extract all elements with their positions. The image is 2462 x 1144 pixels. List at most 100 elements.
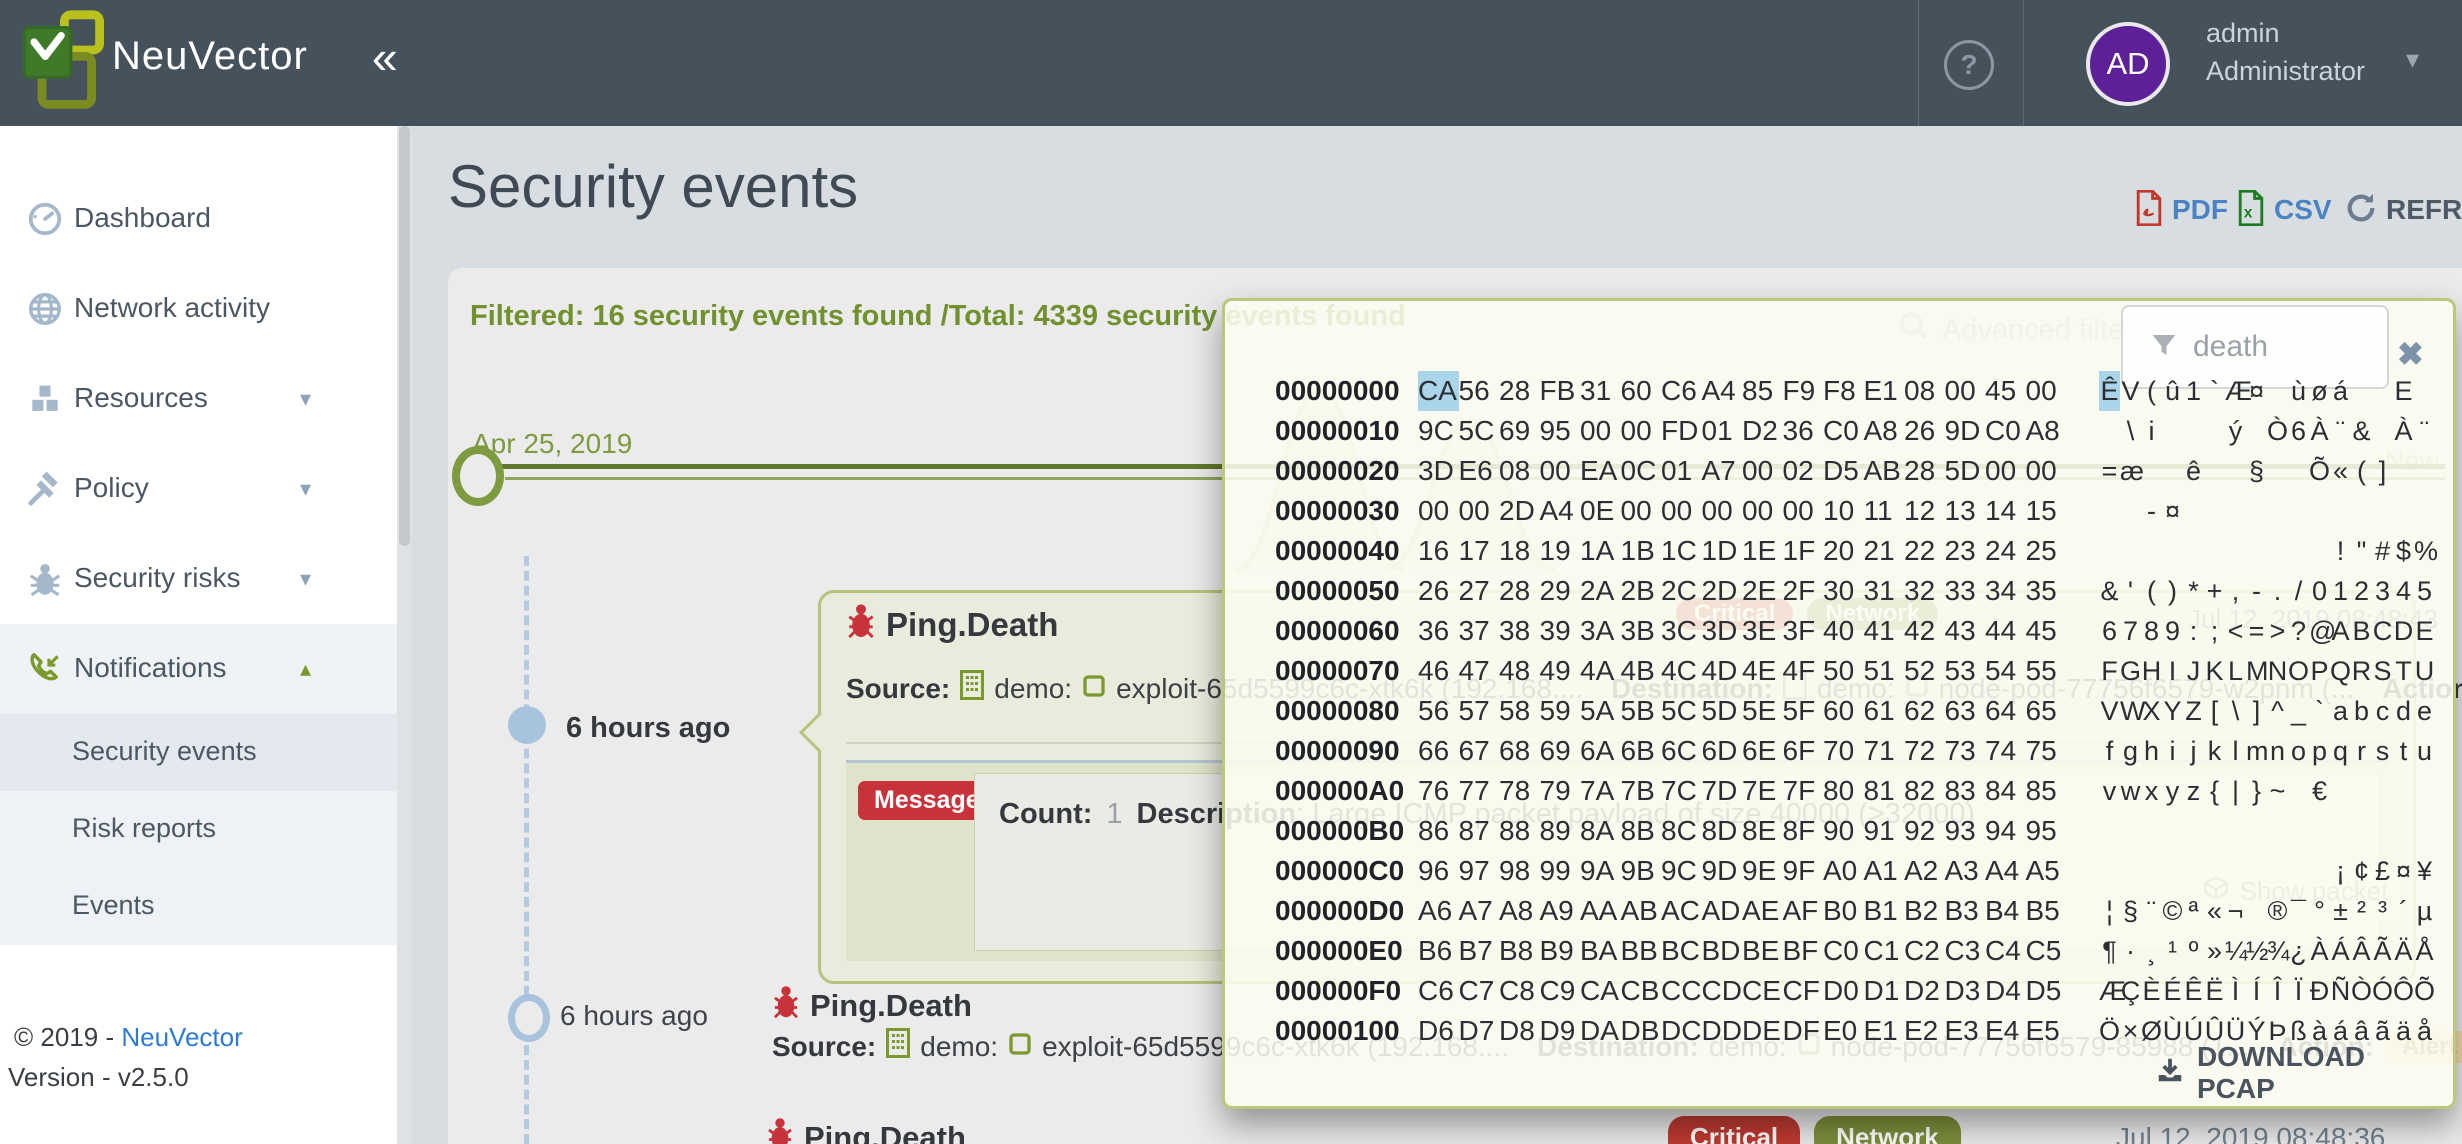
ascii-char <box>2246 531 2267 571</box>
ascii-char: = <box>2101 456 2118 486</box>
ascii-char <box>2204 491 2225 531</box>
ascii-char <box>2330 811 2351 851</box>
sidebar-item-resources[interactable]: Resources ▾ <box>0 354 397 444</box>
ascii-char <box>2141 811 2162 851</box>
close-icon[interactable]: ✖ <box>2397 335 2424 373</box>
event-badges: Critical Network <box>1668 1116 1961 1144</box>
hex-byte: 75 <box>2025 735 2057 766</box>
ascii-char: M <box>2246 656 2269 686</box>
hex-byte: E0 <box>1823 1015 1858 1046</box>
ascii-char: ¤ <box>2248 376 2265 406</box>
user-menu-caret-icon[interactable]: ▾ <box>2406 44 2419 75</box>
hex-address: 00000080 <box>1275 695 1400 726</box>
hex-byte: BD <box>1701 935 1741 966</box>
ascii-char: ¾ <box>2267 936 2290 966</box>
avatar[interactable]: AD <box>2086 22 2170 106</box>
hex-byte: D7 <box>1458 1015 1495 1046</box>
sidebar-subitem-events[interactable]: Events <box>0 868 397 945</box>
sidebar-item-dashboard[interactable]: Dashboard <box>0 174 397 264</box>
refresh-button[interactable]: REFRESH <box>2344 190 2462 230</box>
ascii-char <box>2372 771 2393 811</box>
sidebar-subitem-risk-reports[interactable]: Risk reports <box>0 791 397 868</box>
user-name: admin <box>2206 18 2280 48</box>
ascii-char: Â <box>2352 936 2371 966</box>
ascii-char: Õ <box>2414 976 2436 1006</box>
hex-byte: 7B <box>1620 775 1655 806</box>
hex-byte: C0 <box>1823 415 1859 446</box>
hex-byte: 5E <box>1742 695 1777 726</box>
sidebar-item-policy[interactable]: Policy ▾ <box>0 444 397 534</box>
hex-byte: 9A <box>1580 855 1615 886</box>
hex-byte: 5C <box>1458 415 1495 446</box>
hex-byte: 99 <box>1539 855 1571 886</box>
hex-byte: 19 <box>1539 535 1571 566</box>
sidebar-subitem-label: Risk reports <box>72 813 217 843</box>
sidebar-item-network-activity[interactable]: Network activity <box>0 264 397 354</box>
ascii-char: m <box>2246 736 2269 766</box>
ascii-char <box>2204 451 2225 491</box>
user-role: Administrator <box>2206 56 2366 86</box>
ascii-char <box>2351 811 2372 851</box>
hex-byte: 95 <box>2025 815 2057 846</box>
ascii-char <box>2204 411 2225 451</box>
ascii-char: r <box>2357 736 2366 766</box>
ascii-char: À <box>2394 416 2413 446</box>
event-name[interactable]: Ping.Death <box>810 988 972 1024</box>
hex-byte: 33 <box>1944 575 1976 606</box>
ascii-char: = <box>2248 616 2265 646</box>
ascii-char <box>2141 531 2162 571</box>
hex-byte: 9C <box>1661 855 1697 886</box>
ascii-char: ¬ <box>2227 896 2244 926</box>
hex-byte: F8 <box>1823 375 1856 406</box>
hex-byte: 7E <box>1742 775 1777 806</box>
hex-byte: 2C <box>1661 575 1697 606</box>
sidebar-subitem-security-events[interactable]: Security events <box>0 714 397 791</box>
ascii-char <box>2120 531 2141 571</box>
hex-byte: 38 <box>1499 615 1531 646</box>
sidebar-scrollbar-thumb[interactable] <box>399 126 410 546</box>
hex-byte: C1 <box>1863 935 1900 966</box>
ascii-char <box>2288 811 2309 851</box>
ascii-char <box>2372 491 2393 531</box>
hex-byte: 88 <box>1499 815 1531 846</box>
export-pdf-button[interactable]: PDF <box>2134 189 2228 230</box>
ascii-char: s <box>2375 736 2390 766</box>
ascii-char: ~ <box>2269 776 2286 806</box>
hex-byte: D1 <box>1863 975 1900 1006</box>
ascii-char: i <box>2169 736 2176 766</box>
sidebar-item-notifications[interactable]: Notifications ▴ <box>0 624 397 714</box>
hex-byte: C0 <box>1985 415 2021 446</box>
hex-byte: 9E <box>1742 855 1777 886</box>
hex-byte: CF <box>1782 975 1820 1006</box>
ascii-char <box>2414 811 2435 851</box>
hex-byte: 00 <box>1742 455 1774 486</box>
export-csv-button[interactable]: x CSV <box>2236 189 2332 230</box>
ascii-char: ( <box>2357 456 2366 486</box>
ascii-char: ° <box>2314 896 2325 926</box>
sidebar-item-security-risks[interactable]: Security risks ▾ <box>0 534 397 624</box>
hex-byte: 2D <box>1701 575 1738 606</box>
neuvector-link[interactable]: NeuVector <box>121 1022 242 1052</box>
hex-byte: 00 <box>1661 495 1693 526</box>
hex-byte: A3 <box>1944 855 1979 886</box>
hex-byte: 9D <box>1701 855 1738 886</box>
ascii-char: C <box>2372 616 2393 646</box>
ascii-char: - <box>2147 496 2156 526</box>
hex-byte: D2 <box>1904 975 1940 1006</box>
download-pcap-button[interactable]: DOWNLOAD PCAP <box>2155 1041 2435 1105</box>
sidebar-collapse-button[interactable]: « <box>372 30 398 84</box>
help-icon[interactable]: ? <box>1944 40 1994 90</box>
event-name[interactable]: Ping.Death <box>804 1120 966 1144</box>
ascii-char <box>2099 491 2120 531</box>
hex-byte: 4D <box>1701 655 1738 686</box>
hex-byte: 8D <box>1701 815 1738 846</box>
ascii-char: 9 <box>2164 616 2181 646</box>
globe-icon <box>26 290 64 328</box>
ascii-char: Ã <box>2373 936 2392 966</box>
bug-icon <box>26 560 64 598</box>
ascii-char <box>2099 851 2120 891</box>
hex-byte: BA <box>1580 935 1618 966</box>
hex-byte: 47 <box>1458 655 1490 686</box>
hex-byte: 01 <box>1661 455 1693 486</box>
event-name[interactable]: Ping.Death <box>886 606 1058 644</box>
